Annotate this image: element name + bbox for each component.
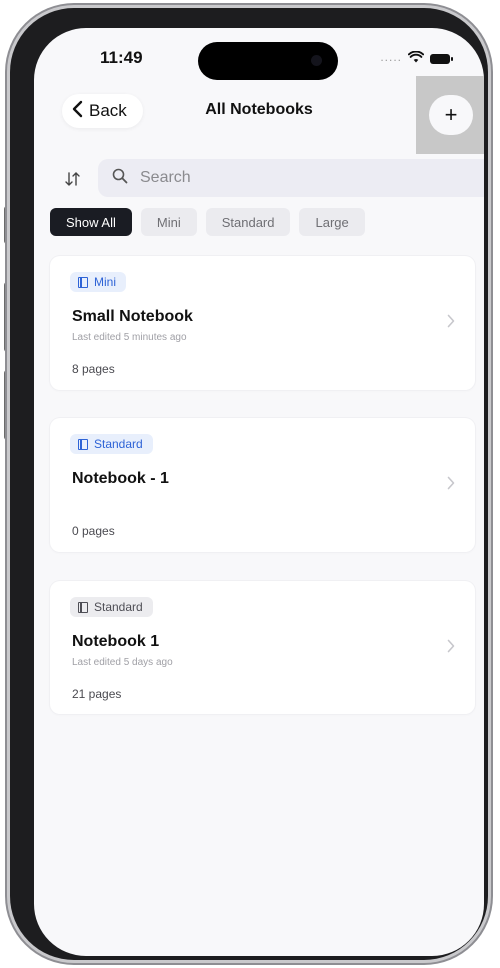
notebook-card[interactable]: Standard Notebook 1 Last edited 5 days a… [50,581,475,714]
filter-mini[interactable]: Mini [140,208,197,236]
search-input[interactable] [138,168,442,188]
chevron-right-icon [447,476,457,492]
notebook-icon [78,276,88,288]
status-time: 11:49 [100,48,143,67]
notebook-page-count: 21 pages [72,687,122,701]
add-icon: + [444,102,458,127]
notebook-last-edited: Last edited 5 days ago [72,657,173,668]
notebook-last-edited: Last edited 5 minutes ago [72,332,187,343]
notebook-icon [78,438,88,450]
notebook-icon [78,601,88,613]
size-badge: Standard [70,434,153,454]
filter-standard[interactable]: Standard [205,208,291,236]
chevron-right-icon [447,314,457,330]
size-badge-label: Mini [94,275,117,289]
signal-dots: ..... [380,50,402,64]
filter-large[interactable]: Large [299,208,365,236]
notebook-card[interactable]: Standard Notebook - 1 0 pages [50,418,475,552]
notebook-page-count: 8 pages [72,362,115,376]
size-badge: Standard [70,597,153,617]
notebook-page-count: 0 pages [72,524,115,538]
filter-chips: Show All Mini Standard Large [50,208,365,236]
add-button-highlight: + [416,76,484,154]
notebook-title: Notebook 1 [72,633,160,650]
phone-frame: 11:49 ..... Back All Notebooks + Search … [10,8,488,960]
size-badge: Mini [70,272,127,292]
battery-icon [430,54,453,64]
dynamic-island [198,42,338,80]
size-badge-label: Standard [94,437,143,451]
search-bar[interactable] [98,159,484,197]
notebook-card[interactable]: Mini Small Notebook Last edited 5 minute… [50,256,475,390]
status-icons: ..... [380,50,453,68]
sort-icon[interactable] [62,168,84,190]
notebook-title: Notebook - 1 [72,470,169,487]
chevron-right-icon [447,639,457,655]
wifi-icon [407,50,425,68]
notebook-title: Small Notebook [72,308,193,325]
search-icon [112,168,128,189]
size-badge-label: Standard [94,600,143,614]
add-notebook-button[interactable]: + [429,95,473,135]
screen: 11:49 ..... Back All Notebooks + Search … [34,28,484,956]
filter-show-all[interactable]: Show All [50,208,132,236]
camera-icon [311,55,322,66]
